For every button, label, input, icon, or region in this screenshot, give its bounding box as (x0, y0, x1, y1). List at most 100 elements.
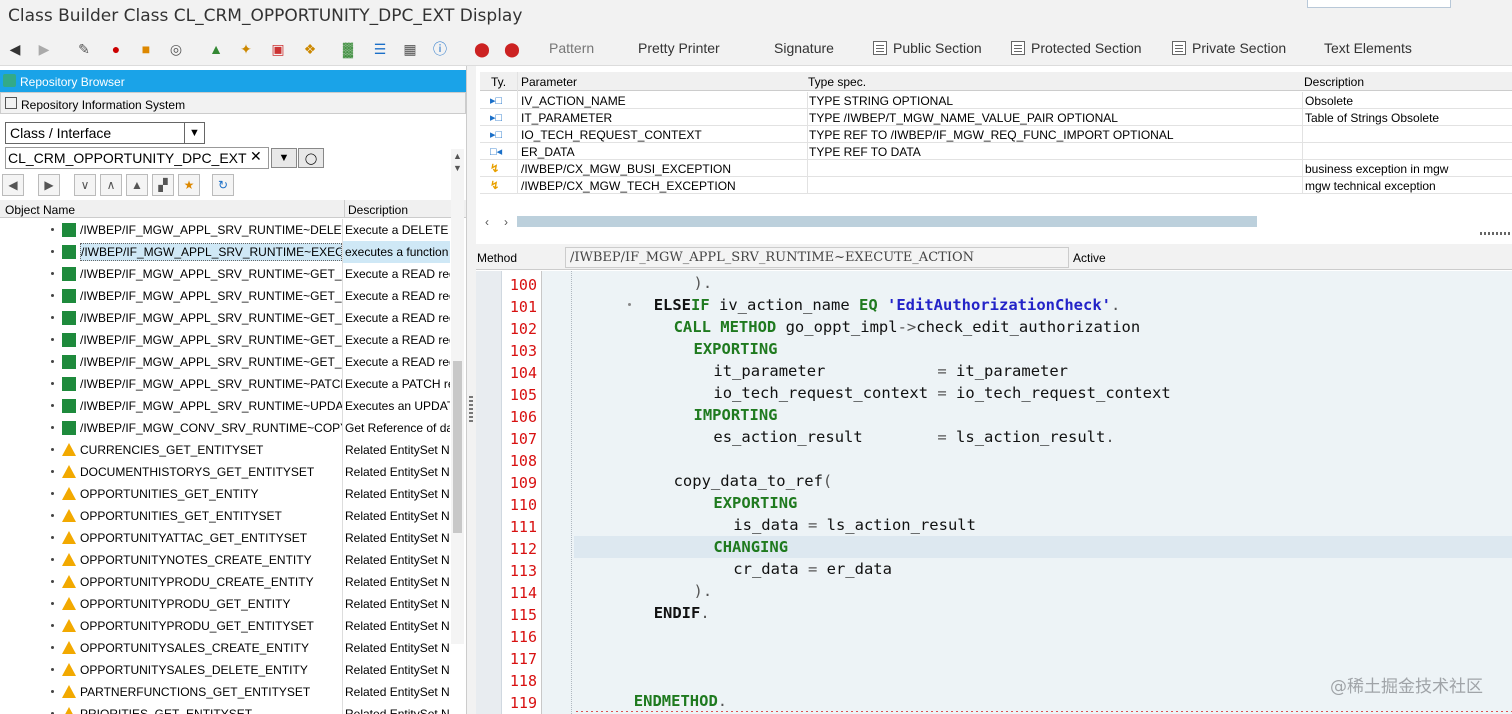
public-section-button[interactable]: Public Section (873, 40, 982, 56)
list-item[interactable]: OPPORTUNITYSALES_DELETE_ENTITY Related En… (0, 659, 450, 681)
scroll-right-icon[interactable]: › (504, 215, 508, 229)
list-item[interactable]: /IWBEP/IF_MGW_APPL_SRV_RUNTIME~GET_EX Exe… (0, 329, 450, 351)
scroll-left-icon[interactable]: ‹ (485, 215, 489, 229)
code-line[interactable]: CHANGING (476, 537, 1512, 559)
code-line[interactable]: is_data = ls_action_result (476, 515, 1512, 537)
table-row[interactable]: ▸□ IO_TECH_REQUEST_CONTEXT TYPE REF TO /IW… (480, 126, 1512, 143)
signature-button[interactable]: Signature (774, 40, 834, 56)
list-item[interactable]: OPPORTUNITIES_GET_ENTITY Related EntitySe… (0, 483, 450, 505)
object-type-select[interactable]: Class / Interface ▼ (5, 122, 205, 144)
list-item[interactable]: OPPORTUNITYPRODU_GET_ENTITYSET Related En… (0, 615, 450, 637)
list-item[interactable]: /IWBEP/IF_MGW_APPL_SRV_RUNTIME~UPDATE Exe… (0, 395, 450, 417)
session-breakpoint-icon[interactable]: ⬤ (502, 39, 522, 59)
activate-icon[interactable]: ● (106, 39, 126, 59)
hierarchy-icon[interactable]: ▞ (152, 174, 174, 196)
list-item[interactable]: /IWBEP/IF_MGW_APPL_SRV_RUNTIME~GET_EN Exe… (0, 285, 450, 307)
navigation-icon[interactable]: ▣ (268, 39, 288, 59)
text-elements-button[interactable]: Text Elements (1324, 40, 1412, 56)
object-list-icon[interactable]: ❖ (300, 39, 320, 59)
code-line[interactable]: es_action_result = ls_action_result. (476, 427, 1512, 449)
hierarchy-icon[interactable]: ▓ (338, 39, 358, 59)
scrollbar-thumb[interactable] (453, 361, 462, 533)
code-line[interactable]: EXPORTING (476, 493, 1512, 515)
code-line[interactable]: it_parameter = it_parameter (476, 361, 1512, 383)
parameter-hscrollbar[interactable]: ‹ › (480, 214, 1512, 230)
list-item[interactable]: /IWBEP/IF_MGW_APPL_SRV_RUNTIME~GET_ST Exe… (0, 351, 450, 373)
previous-object-icon[interactable]: ◀ (2, 174, 24, 196)
table-row[interactable]: ↯ /IWBEP/CX_MGW_BUSI_EXCEPTION business ex… (480, 160, 1512, 177)
list-item[interactable]: OPPORTUNITYPRODU_GET_ENTITY Related Entit… (0, 593, 450, 615)
resize-grip[interactable] (1480, 232, 1512, 235)
table-row[interactable]: ▸□ IT_PARAMETER TYPE /IWBEP/T_MGW_NAME_VAL… (480, 109, 1512, 126)
list-item[interactable]: /IWBEP/IF_MGW_APPL_SRV_RUNTIME~EXECUTE ex… (0, 241, 450, 263)
test-icon[interactable]: ◎ (166, 39, 186, 59)
object-name-input[interactable]: CL_CRM_OPPORTUNITY_DPC_EXT (5, 147, 269, 169)
code-editor[interactable]: 100 101 102 103 104 105 106 107 108 109 110 111 112 1… (476, 271, 1512, 714)
refresh-icon[interactable]: ↻ (212, 174, 234, 196)
list-item[interactable]: /IWBEP/IF_MGW_APPL_SRV_RUNTIME~GET_EN Exe… (0, 263, 450, 285)
private-section-button[interactable]: Private Section (1172, 40, 1286, 56)
repository-browser-tab[interactable]: Repository Browser (0, 70, 466, 92)
method-name-field[interactable]: /IWBEP/IF_MGW_APPL_SRV_RUNTIME~EXECUTE_A… (565, 247, 1069, 268)
pattern-button[interactable]: Pattern (549, 40, 594, 56)
table-row[interactable]: ▸□ IV_ACTION_NAME TYPE STRING OPTIONAL Obso… (480, 92, 1512, 109)
favorites-icon[interactable]: ★ (178, 174, 200, 196)
command-field[interactable] (1307, 0, 1451, 8)
object-list-scrollbar[interactable]: ▲ ▼ (451, 149, 464, 644)
code-line[interactable]: IMPORTING (476, 405, 1512, 427)
list-item[interactable]: DOCUMENTHISTORYS_GET_ENTITYSET Related En… (0, 461, 450, 483)
display-change-icon[interactable]: ✎ (74, 39, 94, 59)
check-icon[interactable]: ■ (136, 39, 156, 59)
code-line[interactable]: ). (476, 273, 1512, 295)
expand-all-icon[interactable]: ∧ (100, 174, 122, 196)
list-item[interactable]: /IWBEP/IF_MGW_APPL_SRV_RUNTIME~DELETE Exe… (0, 219, 450, 241)
list-item[interactable]: /IWBEP/IF_MGW_APPL_SRV_RUNTIME~PATCH_ Exe… (0, 373, 450, 395)
code-line[interactable]: io_tech_request_context = io_tech_reques… (476, 383, 1512, 405)
list-item[interactable]: OPPORTUNITYPRODU_CREATE_ENTITY Related En… (0, 571, 450, 593)
clear-icon[interactable]: ✕ (250, 148, 262, 165)
back-icon[interactable]: ◀ (5, 39, 25, 59)
breakpoint-icon[interactable]: ⬤ (472, 39, 492, 59)
splitter-grip[interactable] (469, 396, 473, 422)
code-line[interactable]: copy_data_to_ref( (476, 471, 1512, 493)
list-item[interactable]: OPPORTUNITYSALES_CREATE_ENTITY Related En… (0, 637, 450, 659)
scroll-down-icon[interactable]: ▼ (453, 163, 462, 173)
chevron-down-icon[interactable]: ▼ (184, 123, 204, 143)
forward-icon[interactable]: ▶ (34, 39, 54, 59)
table-icon[interactable]: ▦ (400, 39, 420, 59)
collapse-all-icon[interactable]: ∨ (74, 174, 96, 196)
next-object-icon[interactable]: ▶ (38, 174, 60, 196)
code-line[interactable] (476, 647, 1512, 669)
find-icon[interactable]: ▲ (126, 174, 148, 196)
where-used-icon[interactable]: ▲ (206, 39, 226, 59)
code-line[interactable]: ENDIF. (476, 603, 1512, 625)
list-item[interactable]: PRIORITIES_GET_ENTITYSET Related EntitySe… (0, 703, 450, 714)
list-item[interactable]: OPPORTUNITIES_GET_ENTITYSET Related Entit… (0, 505, 450, 527)
list-item[interactable]: OPPORTUNITYNOTES_CREATE_ENTITY Related En… (0, 549, 450, 571)
protected-section-button[interactable]: Protected Section (1011, 40, 1142, 56)
display-glasses-button[interactable]: ◯ (298, 148, 324, 168)
code-line[interactable]: CALL METHOD go_oppt_impl->check_edit_aut… (476, 317, 1512, 339)
list-item[interactable]: /IWBEP/IF_MGW_CONV_SRV_RUNTIME~COPY_ Get … (0, 417, 450, 439)
code-line[interactable] (476, 625, 1512, 647)
dropdown-button[interactable]: ▼ (271, 148, 297, 168)
stack-icon[interactable]: ☰ (370, 39, 390, 59)
code-line[interactable]: ). (476, 581, 1512, 603)
list-item[interactable]: CURRENCIES_GET_ENTITYSET Related EntitySe… (0, 439, 450, 461)
code-line[interactable]: EXPORTING (476, 339, 1512, 361)
table-row[interactable]: ↯ /IWBEP/CX_MGW_TECH_EXCEPTION mgw technic… (480, 177, 1512, 194)
table-row[interactable]: □◂ ER_DATA TYPE REF TO DATA (480, 143, 1512, 160)
panel-splitter[interactable] (466, 66, 476, 714)
code-line[interactable] (476, 449, 1512, 471)
pretty-printer-button[interactable]: Pretty Printer (638, 40, 720, 56)
repository-info-tab[interactable]: Repository Information System (0, 92, 466, 114)
scroll-up-icon[interactable]: ▲ (453, 151, 462, 161)
code-line[interactable]: ELSEIF iv_action_name EQ 'EditAuthorizat… (476, 295, 1512, 317)
list-item[interactable]: PARTNERFUNCTIONS_GET_ENTITYSET Related En… (0, 681, 450, 703)
list-item[interactable]: /IWBEP/IF_MGW_APPL_SRV_RUNTIME~GET_EX Exe… (0, 307, 450, 329)
list-item[interactable]: OPPORTUNITYATTAC_GET_ENTITYSET Related En… (0, 527, 450, 549)
info-icon[interactable]: ⓘ (430, 39, 450, 59)
magic-wand-icon[interactable]: ✦ (236, 39, 256, 59)
hscroll-thumb[interactable] (517, 216, 1257, 227)
code-line[interactable]: cr_data = er_data (476, 559, 1512, 581)
